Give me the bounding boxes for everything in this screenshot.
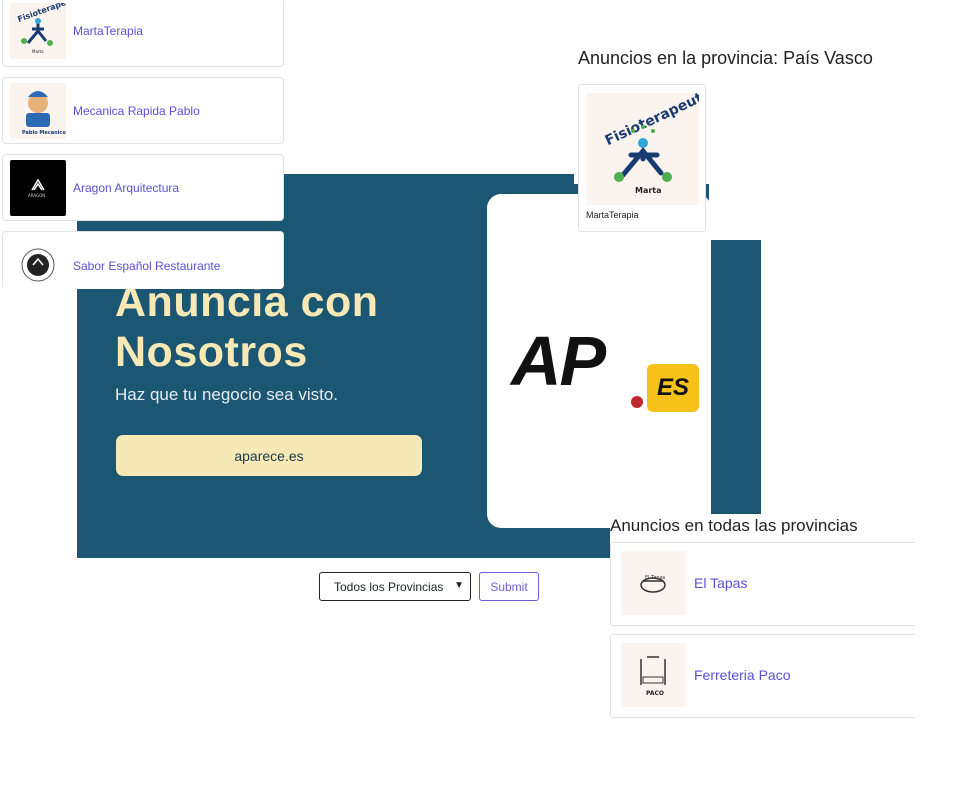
aragon-logo-icon[interactable]: ARAGON [10, 160, 66, 216]
svg-text:Fisioterapeuta: Fisioterapeuta [16, 3, 66, 24]
business-link[interactable]: Mecanica Rapida Pablo [73, 104, 200, 118]
list-item[interactable]: ARAGON Aragon Arquitectura [2, 154, 284, 221]
svg-text:Marta: Marta [635, 186, 662, 195]
ap-logo-text: AP [511, 322, 606, 400]
banner-cta-button[interactable]: aparece.es [116, 435, 422, 476]
svg-text:PACO: PACO [646, 690, 664, 697]
list-item[interactable]: Fisioterapeuta Marta MartaTerapia [2, 0, 284, 67]
es-badge: ES [647, 364, 699, 412]
ferreteria-logo-icon[interactable]: PACO [621, 643, 685, 707]
svg-text:Pablo Mecanico: Pablo Mecanico [22, 130, 66, 136]
el-tapas-logo-icon[interactable]: El Tapas [621, 551, 685, 615]
fisioterapeuta-logo-icon[interactable]: Fisioterapeuta Marta [10, 3, 66, 59]
svg-text:Marta: Marta [32, 49, 44, 54]
province-select-value: Todos los Provincias [334, 579, 444, 594]
list-item[interactable]: Sabor Español Restaurante [2, 231, 284, 289]
list-item[interactable]: PACO Ferreteria Paco [610, 634, 915, 718]
svg-text:El Tapas: El Tapas [645, 575, 666, 581]
all-provinces-title: Anuncios en todas las provincias [610, 516, 858, 535]
business-link[interactable]: Sabor Español Restaurante [73, 259, 220, 273]
province-ad-name[interactable]: MartaTerapia [586, 210, 639, 220]
ap-logo-dot [631, 396, 643, 408]
svg-text:Fisioterapeuta: Fisioterapeuta [603, 93, 699, 149]
svg-text:ARAGON: ARAGON [28, 193, 45, 198]
chevron-down-icon: ▼ [454, 580, 464, 591]
ap-es-logo: AP ES [487, 194, 711, 528]
restaurant-logo-icon[interactable] [13, 244, 63, 286]
business-link[interactable]: MartaTerapia [73, 24, 143, 38]
business-link[interactable]: Aragon Arquitectura [73, 181, 179, 195]
banner-subline: Haz que tu negocio sea visto. [115, 385, 339, 404]
submit-button[interactable]: Submit [479, 572, 539, 601]
province-ad-card[interactable]: Fisioterapeuta Marta MartaTerapia [578, 84, 714, 232]
banner-cutout [709, 174, 761, 240]
business-list: Fisioterapeuta Marta MartaTerapia Pablo … [2, 0, 284, 289]
fisioterapeuta-logo-icon[interactable]: Fisioterapeuta Marta [587, 86, 714, 205]
banner-headline: Anuncia con Nosotros [115, 278, 379, 376]
business-link[interactable]: Ferreteria Paco [694, 667, 790, 683]
business-link[interactable]: El Tapas [694, 575, 747, 591]
list-item[interactable]: Pablo Mecanico Mecanica Rapida Pablo [2, 77, 284, 144]
list-item[interactable]: El Tapas El Tapas [610, 542, 915, 626]
mechanic-logo-icon[interactable]: Pablo Mecanico [10, 83, 66, 139]
province-ads-title: Anuncios en la provincia: País Vasco [578, 48, 873, 68]
province-select[interactable]: Todos los Provincias ▼ [319, 572, 471, 601]
